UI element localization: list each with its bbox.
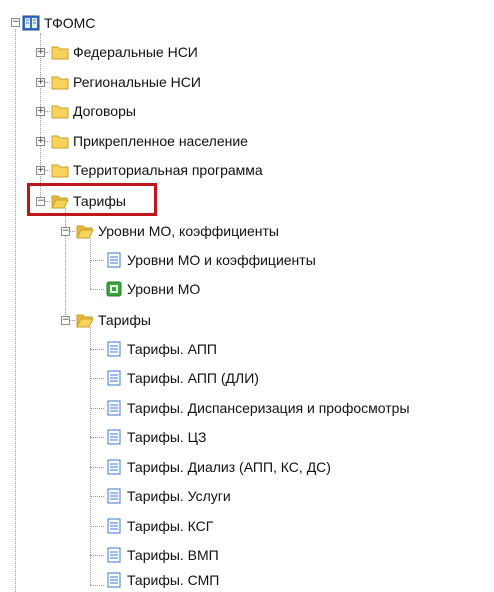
tree-item-attached-population[interactable]: Прикрепленное население [51, 130, 248, 152]
tree-item-label: Тарифы. КСГ [127, 518, 214, 534]
tree-root-node[interactable]: ТФОМС [22, 12, 95, 34]
tree-item-label: Договоры [73, 103, 136, 119]
tree-item-territorial-program[interactable]: Территориальная программа [51, 159, 263, 181]
tree-item-label: Тарифы. АПП [127, 341, 217, 357]
tree-item-mo-levels[interactable]: Уровни МО [105, 278, 200, 300]
tree-guide-line [40, 33, 41, 203]
tree-item-label: Тарифы. ЦЗ [127, 429, 207, 445]
tree-item-tariffs-ksg[interactable]: Тарифы. КСГ [105, 515, 213, 537]
expand-toggle[interactable]: + [36, 137, 45, 146]
selection-highlight-box [27, 183, 157, 216]
document-icon [105, 572, 123, 588]
expand-toggle[interactable]: + [36, 166, 45, 175]
tree-guide-line [90, 327, 91, 585]
report-icon [105, 281, 123, 297]
document-icon [105, 429, 123, 445]
tree-connector [90, 496, 104, 497]
collapse-toggle[interactable]: − [11, 18, 20, 27]
tree-item-label: Тарифы. Диализ (АПП, КС, ДС) [127, 459, 331, 475]
tree-guide-line [90, 238, 91, 289]
tree-item-tariffs-dialysis[interactable]: Тарифы. Диализ (АПП, КС, ДС) [105, 456, 331, 478]
tree-item-tariffs-dispensary[interactable]: Тарифы. Диспансеризация и профосмотры [105, 397, 410, 419]
tree-item-tariffs-app-dli[interactable]: Тарифы. АПП (ДЛИ) [105, 367, 259, 389]
document-icon [105, 400, 123, 416]
tree-item-federal-nsi[interactable]: Федеральные НСИ [51, 41, 198, 63]
tree-connector [90, 585, 104, 586]
document-icon [105, 547, 123, 563]
tree-item-label: Тарифы. АПП (ДЛИ) [127, 370, 259, 386]
tree-item-tariffs-cz[interactable]: Тарифы. ЦЗ [105, 426, 207, 448]
tree-item-mo-levels-and-coefficients[interactable]: Уровни МО и коэффициенты [105, 249, 316, 271]
tree-item-tariffs-vmp[interactable]: Тарифы. ВМП [105, 544, 219, 566]
tree-item-tariffs-app[interactable]: Тарифы. АПП [105, 338, 217, 360]
database-icon [22, 15, 40, 31]
tree-root-label: ТФОМС [44, 15, 96, 31]
tree-item-label: Тарифы. ВМП [127, 547, 219, 563]
tree-item-label: Региональные НСИ [73, 74, 201, 90]
folder-closed-icon [51, 74, 69, 90]
tree-guide-line [15, 29, 16, 592]
tree-item-label: Прикрепленное население [73, 133, 248, 149]
tree-connector [90, 408, 104, 409]
document-icon [105, 370, 123, 386]
tree-item-mo-levels-coefficients[interactable]: Уровни МО, коэффициенты [76, 220, 279, 242]
tree-guide-line [65, 208, 66, 321]
document-icon [105, 252, 123, 268]
tree-item-label: Тарифы. СМП [127, 572, 220, 588]
tree-item-label: Территориальная программа [73, 162, 263, 178]
document-icon [105, 518, 123, 534]
folder-closed-icon [51, 44, 69, 60]
collapse-toggle[interactable]: − [61, 316, 70, 325]
tree-item-label: Тарифы. Услуги [127, 488, 231, 504]
tree-item-tariffs-subfolder[interactable]: Тарифы [76, 309, 151, 331]
tree-connector [90, 467, 104, 468]
tree-item-tariffs-services[interactable]: Тарифы. Услуги [105, 485, 231, 507]
tree-connector [90, 526, 104, 527]
tree-connector [90, 289, 104, 290]
tree-connector [90, 378, 104, 379]
tree-connector [90, 260, 104, 261]
folder-closed-icon [51, 162, 69, 178]
expand-toggle[interactable]: + [36, 107, 45, 116]
expand-toggle[interactable]: + [36, 78, 45, 87]
tree-item-label: Уровни МО [127, 281, 201, 297]
document-icon [105, 488, 123, 504]
folder-open-icon [76, 312, 94, 328]
navigation-tree: − + + + + + − − − ТФОМС Федеральные НСИ [0, 0, 494, 592]
tree-connector [90, 349, 104, 350]
collapse-toggle[interactable]: − [61, 227, 70, 236]
tree-item-label: Федеральные НСИ [73, 44, 198, 60]
tree-connector [90, 437, 104, 438]
document-icon [105, 341, 123, 357]
folder-closed-icon [51, 103, 69, 119]
folder-closed-icon [51, 133, 69, 149]
document-icon [105, 459, 123, 475]
tree-item-label: Тарифы [98, 312, 151, 328]
tree-item-regional-nsi[interactable]: Региональные НСИ [51, 71, 201, 93]
expand-toggle[interactable]: + [36, 48, 45, 57]
tree-item-label: Уровни МО и коэффициенты [127, 252, 316, 268]
tree-item-label: Тарифы. Диспансеризация и профосмотры [127, 400, 410, 416]
tree-item-label: Уровни МО, коэффициенты [98, 223, 279, 239]
folder-open-icon [76, 223, 94, 239]
tree-connector [90, 555, 104, 556]
tree-item-contracts[interactable]: Договоры [51, 100, 136, 122]
tree-item-tariffs-smp[interactable]: Тарифы. СМП [105, 569, 219, 591]
